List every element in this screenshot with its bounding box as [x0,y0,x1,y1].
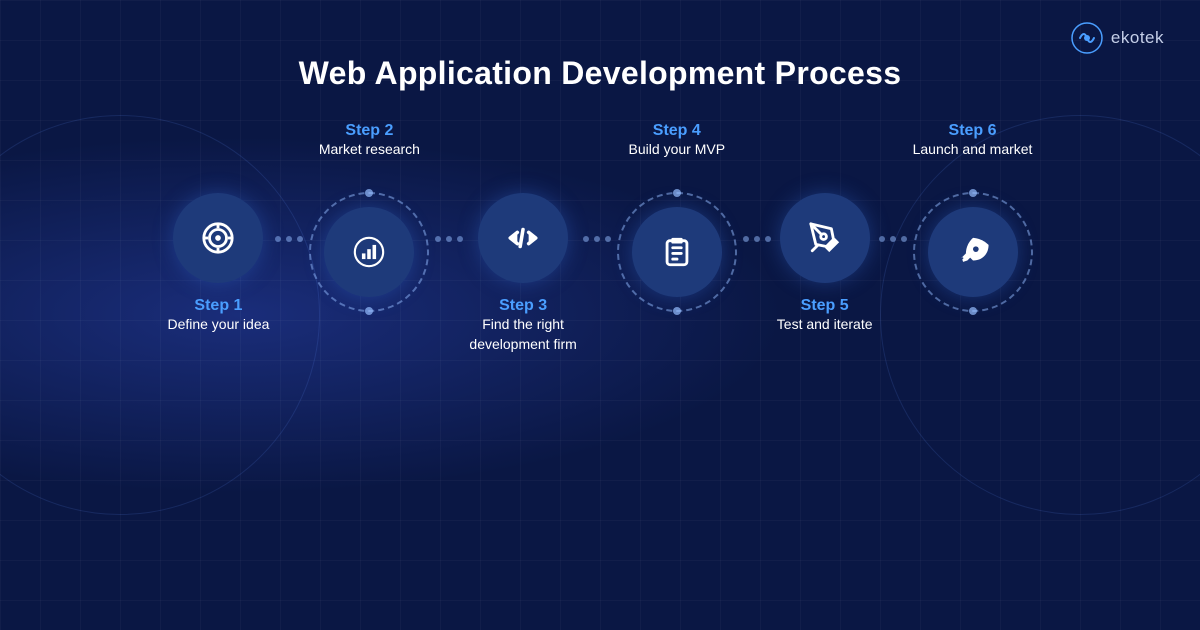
step-5-title: Step 5 [801,297,849,315]
step-2-title: Step 2 [345,122,393,140]
step-4-wrapper: Step 4 Build your MVP [617,122,737,384]
step-5-desc: Test and iterate [777,315,873,335]
step-6-wrapper: Step 6 Launch and market [913,122,1033,384]
step-2-circle [324,207,414,297]
connector-5-6 [873,236,913,242]
step-3-wrapper: Step 3 Find the rightdevelopment firm [469,137,576,369]
connector-1-2 [269,236,309,242]
dot-top-4 [673,189,681,197]
step-1-circle [173,193,263,283]
step-6-label: Step 6 Launch and market [913,122,1033,178]
target-icon [201,221,235,255]
step-1-wrapper: Step 1 Define your idea [167,137,269,369]
step-2-dashed-circle [309,192,429,312]
step-3-title: Step 3 [499,297,547,315]
page-title: Web Application Development Process [299,55,902,92]
step-6-dashed-circle [913,192,1033,312]
step-5-label: Step 5 Test and iterate [777,297,873,369]
step-4-label: Step 4 Build your MVP [629,122,725,178]
step-2-wrapper: Step 2 Market research [309,122,429,384]
logo-icon [1071,22,1103,54]
step-4-title: Step 4 [653,122,701,140]
clipboard-icon [660,235,694,269]
dot-bottom-6 [969,307,977,315]
dot-top-6 [969,189,977,197]
dot-bottom-2 [365,307,373,315]
dot-bottom-4 [673,307,681,315]
logo-text: ekotek [1111,28,1164,48]
step-6-circle [928,207,1018,297]
step-5-circle [780,193,870,283]
connector-2-3 [429,236,469,242]
rocket-icon [956,235,990,269]
pen-icon [808,221,842,255]
step-1-desc: Define your idea [167,315,269,335]
step-4-desc: Build your MVP [629,140,725,160]
step-5-wrapper: Step 5 Test and iterate [777,137,873,369]
step-1-title: Step 1 [194,297,242,315]
step-2-label: Step 2 Market research [319,122,420,178]
dot-top-2 [365,189,373,197]
connector-4-5 [737,236,777,242]
step-2-desc: Market research [319,140,420,160]
steps-container: Step 1 Define your idea Step 2 Market re… [0,122,1200,384]
step-4-circle [632,207,722,297]
main-content: ekotek Web Application Development Proce… [0,0,1200,630]
step-6-title: Step 6 [949,122,997,140]
step-6-desc: Launch and market [913,140,1033,160]
step-3-label: Step 3 Find the rightdevelopment firm [469,297,576,369]
step-3-desc: Find the rightdevelopment firm [469,315,576,354]
step-3-circle [478,193,568,283]
chart-icon [352,235,386,269]
code-icon [506,221,540,255]
step-1-label: Step 1 Define your idea [167,297,269,369]
step-4-dashed-circle [617,192,737,312]
connector-3-4 [577,236,617,242]
logo: ekotek [1071,22,1164,54]
